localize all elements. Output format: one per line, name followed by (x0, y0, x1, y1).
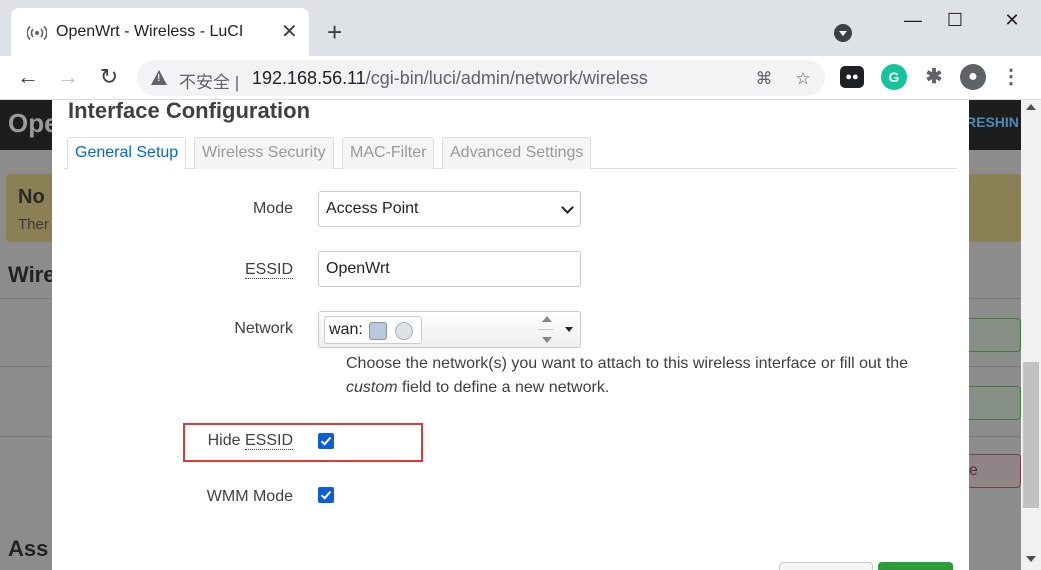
url-host: 192.168.56.11 (252, 68, 366, 88)
config-tabs: General Setup Wireless Security MAC-Filt… (64, 137, 957, 170)
tab-strip: OpenWrt - Wireless - LuCI ✕ + — ☐ ✕ (0, 0, 1041, 56)
checkmark-icon (320, 436, 332, 446)
mode-label: Mode (252, 200, 293, 217)
interface-configuration-modal: Interface Configuration General Setup Wi… (52, 98, 969, 570)
tab-close-icon[interactable]: ✕ (281, 21, 298, 43)
tab-title: OpenWrt - Wireless - LuCI (56, 23, 244, 40)
not-secure-warning-icon[interactable] (151, 70, 167, 85)
browser-menu-icon[interactable]: ⋮ (1001, 64, 1021, 90)
save-button[interactable] (878, 562, 953, 570)
grammarly-extension-icon[interactable]: G (881, 64, 907, 90)
modal-title: Interface Configuration (68, 98, 311, 123)
url-path: /cgi-bin/luci/admin/network/wireless (365, 68, 648, 88)
bookmark-star-icon[interactable]: ☆ (792, 68, 814, 90)
network-multiselect[interactable]: wan: (318, 311, 581, 348)
essid-input[interactable]: OpenWrt (318, 251, 581, 287)
security-label[interactable]: 不安全 | (179, 68, 239, 93)
network-help-part1: Choose the network(s) you want to attach… (346, 355, 909, 372)
url-text[interactable]: 192.168.56.11/cgi-bin/luci/admin/network… (252, 68, 648, 89)
spinner-up-icon[interactable] (542, 316, 552, 322)
extension-tampermonkey-icon[interactable]: ●● (840, 66, 864, 88)
bg-section-title: Wire (8, 262, 56, 287)
tab-search-icon[interactable] (834, 24, 852, 42)
network-chip-label: wan: (329, 321, 363, 338)
wireless-favicon-icon (27, 25, 47, 41)
scroll-up-arrow-icon[interactable] (1026, 104, 1036, 110)
network-label: Network (234, 320, 293, 337)
new-tab-button[interactable]: + (327, 18, 342, 46)
network-help-emphasis: custom (346, 379, 398, 396)
tab-advanced-settings[interactable]: Advanced Settings (442, 137, 592, 169)
profile-avatar-icon[interactable]: ● (960, 64, 986, 90)
dismiss-button[interactable] (779, 562, 873, 570)
essid-label: ESSID (52, 261, 293, 279)
wireless-device-icon (395, 322, 413, 340)
dropdown-caret-icon[interactable] (565, 327, 573, 332)
chevron-down-icon (561, 201, 574, 214)
extensions-puzzle-icon[interactable]: ✱ (921, 64, 947, 90)
bg-alert-text: Ther (18, 216, 49, 233)
back-button[interactable]: ← (14, 64, 42, 92)
mode-select[interactable]: Access Point (318, 191, 581, 227)
hide-essid-label-prefix: Hide (207, 432, 245, 449)
essid-label-text: ESSID (244, 261, 293, 279)
hide-essid-label-abbr: ESSID (244, 432, 293, 450)
mode-select-value: Access Point (326, 200, 419, 217)
bg-section-title-2: Ass (8, 536, 49, 561)
spinner-divider (538, 329, 554, 330)
page-scrollbar[interactable] (1021, 100, 1041, 570)
forward-button[interactable]: → (54, 64, 82, 92)
bg-logo: Ope (8, 108, 59, 138)
scroll-thumb[interactable] (1023, 362, 1039, 508)
reload-button[interactable]: ↻ (95, 64, 123, 92)
bg-alert-title: No (18, 186, 45, 208)
window-close-button[interactable]: ✕ (983, 6, 1041, 36)
tab-wireless-security[interactable]: Wireless Security (194, 137, 334, 169)
spinner-down-icon[interactable] (542, 337, 552, 343)
wmm-mode-label: WMM Mode (206, 488, 293, 505)
scroll-down-arrow-icon[interactable] (1026, 556, 1036, 562)
wmm-mode-checkbox[interactable] (318, 487, 334, 503)
tab-general-setup[interactable]: General Setup (67, 137, 187, 170)
network-help-part2: field to define a new network. (397, 379, 610, 396)
hide-essid-label: Hide ESSID (52, 432, 293, 450)
network-chip-wan[interactable]: wan: (324, 316, 422, 344)
checkmark-icon (320, 490, 332, 500)
bg-button (966, 318, 1021, 352)
translate-icon[interactable]: ⌘ (753, 68, 775, 90)
address-bar[interactable]: 不安全 | 192.168.56.11/cgi-bin/luci/admin/n… (137, 60, 825, 96)
essid-input-value: OpenWrt (326, 260, 390, 277)
hide-essid-checkbox[interactable] (318, 433, 334, 449)
maximize-button[interactable]: ☐ (926, 6, 984, 36)
tab-mac-filter[interactable]: MAC-Filter (342, 137, 435, 169)
ethernet-port-icon (369, 322, 387, 340)
network-help-text: Choose the network(s) you want to attach… (346, 352, 936, 400)
bg-refresh-link: RESHIN (966, 114, 1019, 130)
bg-remove-button: e (966, 454, 1021, 488)
browser-tab[interactable]: OpenWrt - Wireless - LuCI ✕ (11, 8, 309, 56)
bg-button (966, 386, 1021, 420)
